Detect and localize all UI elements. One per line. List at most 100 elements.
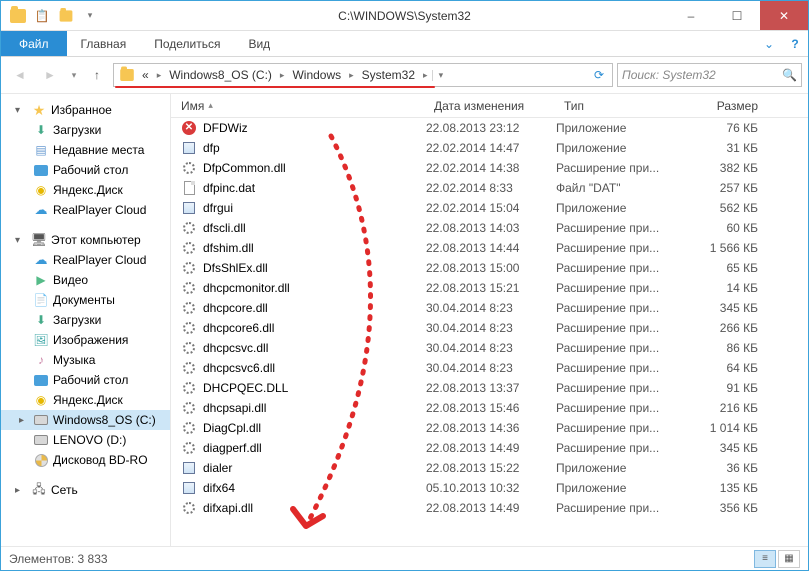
file-row[interactable]: dfpinc.dat22.02.2014 8:33Файл "DAT"257 К… [171,178,808,198]
file-name: DiagCpl.dll [203,421,261,435]
sidebar-item-realplayer[interactable]: ☁RealPlayer Cloud [1,200,170,220]
up-button[interactable]: ↑ [85,63,109,87]
chevron-right-icon[interactable]: ▸ [419,70,432,81]
search-placeholder: Поиск: System32 [622,68,716,82]
ribbon-tabs: Файл Главная Поделиться Вид ⌄ ? [1,31,808,57]
sidebar-item-cdrive[interactable]: ▸Windows8_OS (C:) [1,410,170,430]
tree-thispc: ▾ 🖥 Этот компьютер ☁RealPlayer Cloud ▶Ви… [1,230,170,470]
network-header[interactable]: ▸ 🖧 Сеть [1,480,170,500]
details-view-button[interactable]: ≡ [754,550,776,568]
pictures-icon: 🖼 [33,332,49,348]
forward-button[interactable]: ► [37,62,63,88]
search-icon[interactable]: 🔍 [782,68,797,82]
tab-share[interactable]: Поделиться [140,31,234,56]
sidebar-item-desktop[interactable]: Рабочий стол [1,160,170,180]
collapse-icon[interactable]: ▾ [15,105,27,116]
column-name[interactable]: Имя▴ [171,99,426,113]
column-date[interactable]: Дата изменения [426,99,556,113]
sidebar-item[interactable]: ♪Музыка [1,350,170,370]
file-icon [181,320,197,336]
sidebar-item[interactable]: LENOVO (D:) [1,430,170,450]
ribbon-expand-icon[interactable]: ⌄ [756,31,782,56]
documents-icon: 📄 [33,292,49,308]
music-icon: ♪ [33,352,49,368]
sidebar-item[interactable]: ⬇Загрузки [1,310,170,330]
sidebar-item[interactable]: Дисковод BD-RO [1,450,170,470]
file-row[interactable]: dhcpcsvc.dll30.04.2014 8:23Расширение пр… [171,338,808,358]
breadcrumb-seg-windows[interactable]: Windows [288,68,345,82]
file-row[interactable]: dhcpsapi.dll22.08.2013 15:46Расширение п… [171,398,808,418]
chevron-right-icon[interactable]: ▸ [345,70,358,81]
file-size: 60 КБ [686,221,766,235]
maximize-button[interactable]: ☐ [714,1,760,30]
chevron-right-icon[interactable]: ▸ [153,70,166,81]
file-row[interactable]: dhcpcmonitor.dll22.08.2013 15:21Расширен… [171,278,808,298]
file-icon [181,200,197,216]
breadcrumb-seg-drive[interactable]: Windows8_OS (C:) [165,68,276,82]
sidebar-item[interactable]: ◉Яндекс.Диск [1,390,170,410]
search-input[interactable]: Поиск: System32 🔍 [617,63,802,87]
recent-dropdown-icon[interactable]: ▾ [67,62,81,88]
file-row[interactable]: dialer22.08.2013 15:22Приложение36 КБ [171,458,808,478]
desktop-icon [33,372,49,388]
sidebar-item-downloads[interactable]: ⬇Загрузки [1,120,170,140]
file-size: 562 КБ [686,201,766,215]
file-row[interactable]: DiagCpl.dll22.08.2013 14:36Расширение пр… [171,418,808,438]
file-row[interactable]: DfsShlEx.dll22.08.2013 15:00Расширение п… [171,258,808,278]
minimize-button[interactable]: – [668,1,714,30]
file-type: Приложение [556,141,686,155]
breadcrumb-overflow[interactable]: « [138,68,153,82]
file-tab[interactable]: Файл [1,31,67,56]
desktop-icon [33,162,49,178]
collapse-icon[interactable]: ▾ [15,235,27,246]
sidebar-item[interactable]: ☁RealPlayer Cloud [1,250,170,270]
chevron-right-icon[interactable]: ▸ [276,70,289,81]
expand-icon[interactable]: ▸ [19,415,24,426]
tree-network: ▸ 🖧 Сеть [1,480,170,500]
file-row[interactable]: ✕DFDWiz22.08.2013 23:12Приложение76 КБ [171,118,808,138]
file-row[interactable]: dhcpcore.dll30.04.2014 8:23Расширение пр… [171,298,808,318]
file-row[interactable]: dfp22.02.2014 14:47Приложение31 КБ [171,138,808,158]
close-button[interactable]: ✕ [760,1,808,30]
back-button[interactable]: ◄ [7,62,33,88]
file-row[interactable]: DfpCommon.dll22.02.2014 14:38Расширение … [171,158,808,178]
icons-view-button[interactable]: ▦ [778,550,800,568]
sidebar-item-recent[interactable]: ▤Недавние места [1,140,170,160]
annotation-underline [115,86,435,88]
column-size[interactable]: Размер [686,99,766,113]
sidebar-item[interactable]: Рабочий стол [1,370,170,390]
refresh-icon[interactable]: ⟳ [588,68,610,82]
file-icon [181,420,197,436]
file-type: Расширение при... [556,401,686,415]
file-list[interactable]: ✕DFDWiz22.08.2013 23:12Приложение76 КБdf… [171,118,808,546]
file-row[interactable]: difxapi.dll22.08.2013 14:49Расширение пр… [171,498,808,518]
file-row[interactable]: DHCPQEC.DLL22.08.2013 13:37Расширение пр… [171,378,808,398]
sidebar-item-yandex[interactable]: ◉Яндекс.Диск [1,180,170,200]
sidebar-item[interactable]: 📄Документы [1,290,170,310]
file-row[interactable]: difx6405.10.2013 10:32Приложение135 КБ [171,478,808,498]
qat-newfolder-icon[interactable] [55,5,77,27]
file-row[interactable]: dfshim.dll22.08.2013 14:44Расширение при… [171,238,808,258]
thispc-header[interactable]: ▾ 🖥 Этот компьютер [1,230,170,250]
file-row[interactable]: dhcpcsvc6.dll30.04.2014 8:23Расширение п… [171,358,808,378]
breadcrumb-seg-system32[interactable]: System32 [358,68,419,82]
breadcrumb[interactable]: « ▸ Windows8_OS (C:) ▸ Windows ▸ System3… [113,63,613,87]
favorites-header[interactable]: ▾ ★ Избранное [1,100,170,120]
sidebar-item[interactable]: ▶Видео [1,270,170,290]
tab-view[interactable]: Вид [234,31,284,56]
file-row[interactable]: diagperf.dll22.08.2013 14:49Расширение п… [171,438,808,458]
column-type[interactable]: Тип [556,99,686,113]
qat-props-icon[interactable]: 📋 [31,5,53,27]
qat-dropdown-icon[interactable]: ▾ [79,5,101,27]
file-icon [181,140,197,156]
file-row[interactable]: dfscli.dll22.08.2013 14:03Расширение при… [171,218,808,238]
file-row[interactable]: dfrgui22.02.2014 15:04Приложение562 КБ [171,198,808,218]
help-icon[interactable]: ? [782,31,808,56]
file-type: Расширение при... [556,281,686,295]
file-row[interactable]: dhcpcore6.dll30.04.2014 8:23Расширение п… [171,318,808,338]
history-dropdown-icon[interactable]: ▾ [432,70,450,81]
sidebar-item[interactable]: 🖼Изображения [1,330,170,350]
star-icon: ★ [31,102,47,118]
tab-home[interactable]: Главная [67,31,141,56]
expand-icon[interactable]: ▸ [15,485,27,496]
